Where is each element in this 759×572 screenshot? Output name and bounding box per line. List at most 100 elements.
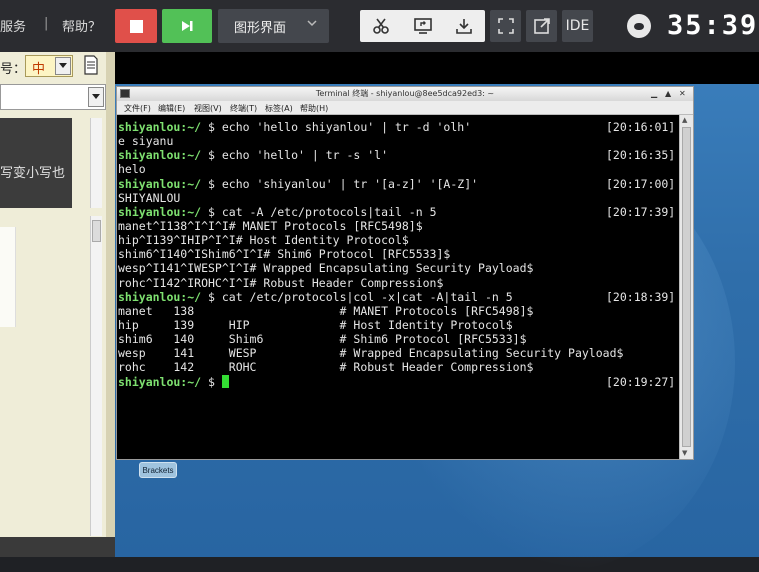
shell-prompt: shiyanlou:~/ (118, 176, 202, 191)
line-text: rohc 142 ROHC # Robust Header Compressio… (118, 360, 534, 375)
dropdown-arrow-icon (88, 87, 104, 107)
line-text: rohc^I142^IROHC^I^I# Robust Header Compr… (118, 275, 444, 290)
line-text: manet^I138^I^I^I# MANET Protocols [RFC54… (118, 218, 423, 233)
line-text: manet 138 # MANET Protocols [RFC5498]$ (118, 303, 534, 318)
screen-share-icon (413, 18, 432, 34)
scissors-icon (373, 18, 389, 34)
line-text: hip 139 HIP # Host Identity Protocol$ (118, 317, 513, 332)
instruction-text: 写变小写也 (0, 166, 66, 181)
line-text: wesp 141 WESP # Wrapped Encapsulating Se… (118, 346, 624, 361)
terminal-line: wesp^I141^IWESP^I^I# Wrapped Encapsulati… (118, 261, 678, 275)
terminal-line: rohc^I142^IROHC^I^I# Robust Header Compr… (118, 276, 678, 290)
font-size-value: 中 (32, 62, 46, 77)
menu-separator: | (44, 16, 49, 31)
terminal-line: SHIYANLOU (118, 191, 678, 205)
stop-icon (129, 19, 143, 33)
terminal-line: shim6^I140^IShim6^I^I# Shim6 Protocol [R… (118, 247, 678, 261)
menu-view[interactable]: 视图(V) (194, 103, 222, 114)
fullscreen-icon (497, 18, 514, 34)
left-panel: 号： 中 写变小写也 (0, 52, 115, 557)
terminal-line: e siyanu (118, 134, 678, 148)
terminal-title: Terminal 终端 - shiyanlou@8ee5dca92ed3: ~ (315, 89, 495, 98)
shell-prompt: shiyanlou:~/ (118, 120, 202, 134)
minimize-icon[interactable]: ▁ (651, 89, 657, 98)
chevron-down-icon (307, 20, 317, 27)
menu-tabs[interactable]: 标签(A) (265, 103, 293, 114)
shell-prompt: shiyanlou:~/ (118, 374, 202, 389)
line-text: $ cat /etc/protocols|col -x|cat -A|tail … (201, 289, 513, 304)
timestamp: [20:19:27] (606, 374, 676, 389)
line-text: hip^I139^IHIP^I^I# Host Identity Protoco… (118, 233, 409, 248)
font-size-label: 号： (0, 62, 27, 77)
shell-prompt: shiyanlou:~/ (118, 148, 202, 163)
timestamp: [20:16:01] (606, 120, 676, 134)
terminal-output[interactable]: shiyanlou:~/ $ echo 'hello shiyanlou' | … (118, 120, 678, 456)
open-new-window-button[interactable] (526, 10, 557, 42)
terminal-line: hip 139 HIP # Host Identity Protocol$ (118, 318, 678, 332)
download-icon (456, 19, 472, 34)
terminal-window[interactable]: Terminal 终端 - shiyanlou@8ee5dca92ed3: ~ … (116, 86, 694, 460)
menu-edit[interactable]: 编辑(E) (158, 103, 185, 114)
line-text: $ echo 'hello shiyanlou' | tr -d 'olh' (201, 120, 472, 134)
terminal-line: shiyanlou:~/ $ cat /etc/protocols|col -x… (118, 290, 678, 304)
terminal-menubar: 文件(F) 编辑(E) 视图(V) 终端(T) 标签(A) 帮助(H) (117, 101, 693, 115)
close-icon[interactable]: ✕ (679, 89, 686, 98)
brackets-desktop-icon[interactable]: Brackets (139, 462, 177, 478)
gui-mode-dropdown[interactable]: 图形界面 (218, 9, 329, 43)
terminal-line: shiyanlou:~/ $ cat -A /etc/protocols|tai… (118, 205, 678, 219)
terminal-cursor (221, 374, 229, 388)
gui-mode-label: 图形界面 (234, 20, 287, 36)
timestamp: [20:17:00] (606, 176, 676, 191)
terminal-line: shiyanlou:~/ $ echo 'hello shiyanlou' | … (118, 120, 678, 134)
line-text: $ cat -A /etc/protocols|tail -n 5 (201, 204, 437, 219)
menu-service[interactable]: 服务 (0, 16, 26, 35)
timestamp: [20:18:39] (606, 289, 676, 304)
menu-file[interactable]: 文件(F) (124, 103, 151, 114)
menu-help[interactable]: 帮助(H) (300, 103, 328, 114)
scrollbar[interactable] (90, 216, 102, 536)
terminal-titlebar[interactable]: Terminal 终端 - shiyanlou@8ee5dca92ed3: ~ … (117, 87, 693, 101)
terminal-line: wesp 141 WESP # Wrapped Encapsulating Se… (118, 346, 678, 360)
scrollbar-thumb[interactable] (682, 127, 691, 447)
line-text: $ echo 'hello' | tr -s 'l' (201, 148, 389, 163)
line-text: helo (118, 162, 146, 177)
scrollbar[interactable] (90, 118, 102, 208)
terminal-line: rohc 142 ROHC # Robust Header Compressio… (118, 360, 678, 374)
terminal-line: helo (118, 162, 678, 176)
document-icon[interactable] (83, 55, 99, 75)
ide-button[interactable]: IDE (562, 10, 593, 42)
desktop-top-bar (115, 52, 759, 84)
line-text: $ echo 'shiyanlou' | tr '[a-z]' '[A-Z]' (201, 176, 479, 191)
eye-icon[interactable] (627, 14, 651, 38)
timestamp: [20:16:35] (606, 148, 676, 163)
screenshot-button[interactable] (402, 10, 444, 42)
next-button[interactable] (162, 9, 212, 43)
code-gutter (0, 227, 16, 327)
external-link-icon (533, 18, 550, 34)
top-toolbar: 服务 | 帮助？ 图形界面 IDE 35:39 (0, 0, 759, 52)
cut-button[interactable] (360, 10, 402, 42)
clipboard-toolbar (360, 10, 485, 42)
terminal-scrollbar[interactable]: ▲ ▼ (679, 115, 693, 459)
timestamp: [20:17:39] (606, 204, 676, 219)
menu-help[interactable]: 帮助？ (62, 16, 101, 35)
download-button[interactable] (443, 10, 485, 42)
panel-divider[interactable] (106, 52, 115, 557)
skip-forward-icon (182, 21, 193, 31)
scroll-down-icon[interactable]: ▼ (682, 449, 687, 457)
line-text: e siyanu (118, 134, 174, 149)
font-size-select[interactable]: 中 (25, 55, 73, 77)
fullscreen-button[interactable] (490, 10, 521, 42)
stop-button[interactable] (115, 9, 157, 43)
shell-prompt: shiyanlou:~/ (118, 289, 202, 304)
content-combo-select[interactable] (0, 84, 106, 110)
session-timer: 35:39 (667, 10, 759, 41)
maximize-icon[interactable]: ▲ (665, 89, 671, 98)
line-text: $ (201, 374, 222, 389)
menu-terminal[interactable]: 终端(T) (230, 103, 257, 114)
terminal-line: manet^I138^I^I^I# MANET Protocols [RFC54… (118, 219, 678, 233)
scroll-up-icon[interactable]: ▲ (682, 116, 687, 124)
line-text: shim6^I140^IShim6^I^I# Shim6 Protocol [R… (118, 247, 451, 262)
line-text: shim6 140 Shim6 # Shim6 Protocol [RFC553… (118, 332, 527, 347)
terminal-line: shiyanlou:~/ $ echo 'shiyanlou' | tr '[a… (118, 177, 678, 191)
